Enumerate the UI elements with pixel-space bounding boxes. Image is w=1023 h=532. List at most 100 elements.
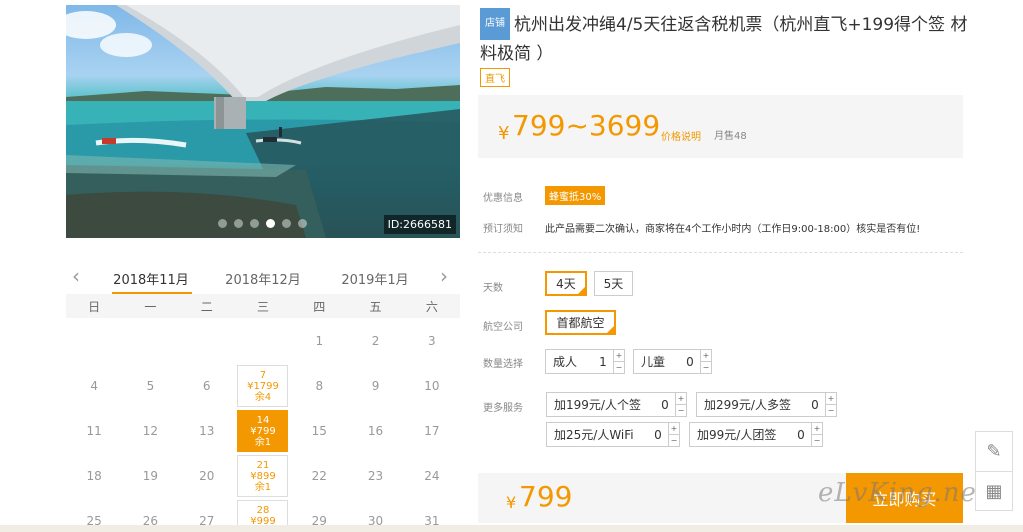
- tab-month-nov[interactable]: 2018年11月: [106, 269, 196, 288]
- price-range: 799~3699: [512, 109, 661, 142]
- carousel-dots: [218, 219, 307, 228]
- service-value[interactable]: 0: [805, 398, 825, 412]
- calendar-day: 22: [311, 468, 327, 483]
- service-label: 加299元/人多签: [704, 398, 791, 412]
- carousel-dot[interactable]: [234, 219, 243, 228]
- service-label: 加25元/人WiFi: [554, 428, 634, 442]
- adult-plus-button[interactable]: +: [614, 350, 624, 361]
- service-plus-button[interactable]: +: [669, 423, 679, 434]
- weekday-mon: 一: [144, 299, 157, 314]
- tab-month-dec[interactable]: 2018年12月: [218, 269, 308, 288]
- service-value[interactable]: 0: [655, 398, 675, 412]
- edit-icon[interactable]: ✎: [976, 432, 1012, 471]
- total-price: 799: [519, 480, 573, 513]
- carousel-dot[interactable]: [218, 219, 227, 228]
- product-image-carousel[interactable]: ID:2666581: [66, 5, 460, 238]
- qr-code-icon[interactable]: ▦: [976, 471, 1012, 510]
- calendar-empty-cell: [235, 318, 291, 363]
- service-value[interactable]: 0: [648, 428, 668, 442]
- service-minus-button[interactable]: −: [826, 404, 836, 416]
- price-calendar: 日 一 二 三 四 五 六 1 2 3 4 5 6 7 ¥1799 余4 8 9 10 11 12 13 14…: [66, 294, 460, 532]
- services-label: 更多服务: [483, 403, 523, 414]
- carousel-dot[interactable]: [282, 219, 291, 228]
- calendar-empty-cell: [179, 318, 235, 363]
- adult-minus-button[interactable]: −: [614, 361, 624, 373]
- airline-label: 航空公司: [483, 322, 523, 333]
- calendar-day: 1: [315, 333, 324, 348]
- service-plus-button[interactable]: +: [812, 423, 822, 434]
- day-price: ¥899: [250, 471, 276, 482]
- child-value[interactable]: 0: [680, 355, 700, 369]
- day-price: ¥1799: [247, 381, 279, 392]
- calendar-days-grid: 1 2 3 4 5 6 7 ¥1799 余4 8 9 10 11 12 13 14 ¥799 余1 15 16 17 18…: [66, 318, 460, 532]
- service-plus-button[interactable]: +: [826, 393, 836, 404]
- day-number: 21: [256, 460, 270, 471]
- service-minus-button[interactable]: −: [676, 404, 686, 416]
- service-wifi-stepper[interactable]: 加25元/人WiFi 0 + −: [546, 422, 680, 447]
- adult-label: 成人: [553, 355, 578, 369]
- child-quantity-stepper[interactable]: 儿童 0 + −: [633, 349, 712, 374]
- day-price-box[interactable]: 7 ¥1799 余4: [237, 365, 289, 407]
- page-bottom-strip: [0, 525, 1023, 532]
- calendar-day: 19: [142, 468, 159, 483]
- days-label: 天数: [483, 283, 503, 294]
- product-title-block: 店铺 杭州出发冲绳4/5天往返含税机票（杭州直飞+199得个签 材料极简 ）: [480, 8, 970, 68]
- service-minus-button[interactable]: −: [669, 434, 679, 446]
- service-minus-button[interactable]: −: [812, 434, 822, 446]
- side-toolbar: ✎ ▦: [975, 431, 1013, 511]
- calendar-day: 6: [202, 378, 211, 393]
- booking-notice-label: 预订须知: [483, 224, 523, 235]
- chevron-right-icon[interactable]: ›: [440, 266, 448, 286]
- service-group-visa-stepper[interactable]: 加99元/人团签 0 + −: [689, 422, 823, 447]
- calendar-day-available[interactable]: 7 ¥1799 余4: [235, 363, 291, 408]
- option-airline-capital[interactable]: 首都航空: [545, 310, 616, 335]
- service-label: 加99元/人团签: [697, 428, 777, 442]
- service-single-visa-stepper[interactable]: 加199元/人个签 0 + −: [546, 392, 687, 417]
- okinawa-bridge-photo: [66, 5, 460, 238]
- day-price-box[interactable]: 21 ¥899 余1: [237, 455, 289, 497]
- promo-label: 优惠信息: [483, 193, 523, 204]
- option-days-4[interactable]: 4天: [545, 271, 587, 296]
- service-value[interactable]: 0: [791, 428, 811, 442]
- currency-symbol: ¥: [498, 123, 510, 144]
- calendar-day: 20: [199, 468, 215, 483]
- booking-notice-text: 此产品需要二次确认，商家将在4个工作小时内（工作日9:00-18:00）核实是否…: [545, 224, 921, 235]
- total-currency: ¥: [506, 493, 517, 512]
- carousel-dot[interactable]: [266, 219, 275, 228]
- calendar-day: 10: [424, 378, 440, 393]
- shop-tag[interactable]: 店铺: [480, 8, 510, 40]
- weekday-wed: 三: [256, 299, 269, 314]
- option-days-5[interactable]: 5天: [594, 271, 633, 296]
- day-number: 14: [256, 415, 270, 426]
- child-minus-button[interactable]: −: [701, 361, 711, 373]
- day-price: ¥799: [250, 426, 276, 437]
- day-price-box[interactable]: 14 ¥799 余1: [237, 410, 289, 452]
- calendar-day: 24: [424, 468, 440, 483]
- calendar-empty-cell: [122, 318, 178, 363]
- promo-badge: 蜂蜜抵30%: [545, 186, 606, 205]
- calendar-day: 3: [428, 333, 436, 348]
- carousel-dot[interactable]: [298, 219, 307, 228]
- carousel-dot[interactable]: [250, 219, 259, 228]
- weekday-sat: 六: [425, 299, 438, 314]
- service-multi-visa-stepper[interactable]: 加299元/人多签 0 + −: [696, 392, 837, 417]
- calendar-day: 12: [142, 423, 159, 438]
- chevron-left-icon[interactable]: ‹: [72, 266, 80, 286]
- product-id-badge: ID:2666581: [383, 215, 456, 234]
- adult-quantity-stepper[interactable]: 成人 1 + −: [545, 349, 625, 374]
- calendar-day: 18: [86, 468, 102, 483]
- day-number: 7: [259, 370, 267, 381]
- calendar-day-available[interactable]: 14 ¥799 余1: [235, 408, 291, 453]
- day-stock: 余4: [254, 392, 272, 403]
- day-stock: 余1: [254, 482, 272, 493]
- divider: [478, 252, 963, 253]
- adult-value[interactable]: 1: [593, 355, 613, 369]
- direct-flight-tag: 直飞: [480, 68, 510, 87]
- tab-month-jan[interactable]: 2019年1月: [330, 269, 420, 288]
- service-plus-button[interactable]: +: [676, 393, 686, 404]
- price-explain-link[interactable]: 价格说明: [661, 128, 701, 143]
- child-plus-button[interactable]: +: [701, 350, 711, 361]
- calendar-day: 4: [90, 378, 98, 393]
- calendar-day-available[interactable]: 21 ¥899 余1: [235, 453, 291, 498]
- child-label: 儿童: [641, 355, 666, 369]
